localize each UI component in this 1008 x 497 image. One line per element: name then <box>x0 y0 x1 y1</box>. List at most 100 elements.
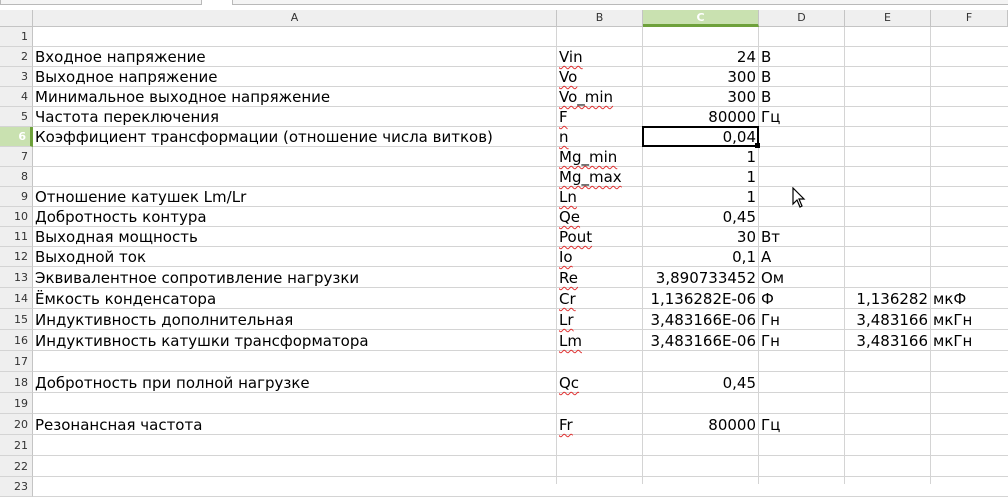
cell-unit-scaled[interactable] <box>931 436 1008 456</box>
cell-label[interactable] <box>33 436 556 456</box>
cell-value-scaled[interactable] <box>845 207 930 227</box>
cell-value[interactable]: 300 <box>643 67 758 87</box>
cell-symbol[interactable]: Ln <box>557 187 642 207</box>
row-header[interactable]: 18 <box>0 372 33 393</box>
cell-value-scaled[interactable] <box>845 373 930 393</box>
cell-unit[interactable]: Гн <box>759 331 844 351</box>
cell-unit[interactable]: В <box>759 67 844 87</box>
cell-value[interactable]: 24 <box>643 47 758 67</box>
cell-value-scaled[interactable] <box>845 415 930 435</box>
cell-value-scaled[interactable] <box>845 107 930 127</box>
column-header-f[interactable]: F <box>931 10 1008 26</box>
cell-unit-scaled[interactable] <box>931 127 1008 147</box>
row-header[interactable]: 6 <box>0 127 33 147</box>
cell-value-scaled[interactable] <box>845 268 930 288</box>
cell-unit-scaled[interactable] <box>931 187 1008 207</box>
cell-unit-scaled[interactable] <box>931 394 1008 414</box>
row-header[interactable]: 10 <box>0 207 33 227</box>
cell-value-scaled[interactable]: 1,136282 <box>845 289 930 309</box>
cell-value[interactable]: 80000 <box>643 107 758 127</box>
row-header[interactable]: 19 <box>0 393 33 414</box>
cell-value[interactable]: 3,890733452 <box>643 268 758 288</box>
cell-value-scaled[interactable] <box>845 477 930 497</box>
cell-label[interactable]: Индуктивность катушки трансформатора <box>33 331 556 351</box>
cell-label[interactable]: Выходное напряжение <box>33 67 556 87</box>
cell-unit-scaled[interactable] <box>931 107 1008 127</box>
cell-unit[interactable] <box>759 352 844 372</box>
cell-value[interactable] <box>643 352 758 372</box>
cell-value-scaled[interactable] <box>845 394 930 414</box>
cell-unit-scaled[interactable] <box>931 167 1008 187</box>
cell-symbol[interactable] <box>557 394 642 414</box>
cell-unit-scaled[interactable] <box>931 207 1008 227</box>
column-header-d[interactable]: D <box>759 10 845 26</box>
cell-unit[interactable] <box>759 436 844 456</box>
name-box-edge[interactable] <box>0 0 202 5</box>
cell-symbol[interactable]: Qc <box>557 373 642 393</box>
cell-label[interactable]: Добротность при полной нагрузке <box>33 373 556 393</box>
cell-symbol[interactable] <box>557 457 642 477</box>
cell-label[interactable]: Резонансная частота <box>33 415 556 435</box>
cell-symbol[interactable]: Lr <box>557 310 642 330</box>
column-header-a[interactable]: A <box>33 10 557 26</box>
cell-label[interactable]: Выходной ток <box>33 247 556 267</box>
cell-symbol[interactable]: Vo_min <box>557 87 642 107</box>
cell-label[interactable]: Частота переключения <box>33 107 556 127</box>
cell-value[interactable] <box>643 477 758 497</box>
fill-handle[interactable] <box>755 143 760 148</box>
cell-label[interactable]: Выходная мощность <box>33 227 556 247</box>
cell-symbol[interactable] <box>557 436 642 456</box>
cell-symbol[interactable]: Lm <box>557 331 642 351</box>
cell-value[interactable] <box>643 394 758 414</box>
cell-symbol[interactable]: Fr <box>557 415 642 435</box>
cell-unit-scaled[interactable] <box>931 247 1008 267</box>
cell-symbol[interactable]: Cr <box>557 289 642 309</box>
row-header[interactable]: 5 <box>0 107 33 127</box>
row-header[interactable]: 8 <box>0 167 33 187</box>
cell-value[interactable] <box>643 457 758 477</box>
cell-value[interactable]: 80000 <box>643 415 758 435</box>
cell-label[interactable] <box>33 352 556 372</box>
cell-unit[interactable]: Ом <box>759 268 844 288</box>
cell-symbol[interactable]: Re <box>557 268 642 288</box>
row-header[interactable]: 9 <box>0 187 33 207</box>
cell-value-scaled[interactable] <box>845 147 930 167</box>
cell-unit[interactable] <box>759 167 844 187</box>
row-header[interactable]: 4 <box>0 87 33 107</box>
row-header[interactable]: 16 <box>0 330 33 351</box>
row-header[interactable]: 14 <box>0 288 33 309</box>
cell-label[interactable] <box>33 457 556 477</box>
cell-unit-scaled[interactable] <box>931 27 1008 47</box>
column-header-c[interactable]: C <box>643 10 759 27</box>
row-header[interactable]: 20 <box>0 414 33 435</box>
cell-unit[interactable]: Вт <box>759 227 844 247</box>
cell-symbol[interactable]: Mg_min <box>557 147 642 167</box>
cell-symbol[interactable]: Vin <box>557 47 642 67</box>
cell-unit-scaled[interactable] <box>931 47 1008 67</box>
row-header[interactable]: 15 <box>0 309 33 330</box>
cell-unit[interactable]: В <box>759 47 844 67</box>
cell-label[interactable]: Добротность контура <box>33 207 556 227</box>
cell-symbol[interactable]: Qe <box>557 207 642 227</box>
cell-unit-scaled[interactable] <box>931 373 1008 393</box>
formula-bar-edge[interactable] <box>232 0 1008 5</box>
cell-unit[interactable]: Гц <box>759 415 844 435</box>
row-header[interactable]: 22 <box>0 456 33 477</box>
cell-value-scaled[interactable] <box>845 352 930 372</box>
cell-label[interactable]: Отношение катушек Lm/Lr <box>33 187 556 207</box>
cell-label[interactable] <box>33 394 556 414</box>
row-header[interactable]: 23 <box>0 477 33 497</box>
row-header[interactable]: 1 <box>0 27 33 47</box>
cell-unit-scaled[interactable] <box>931 87 1008 107</box>
cell-value[interactable]: 1 <box>643 167 758 187</box>
cell-value-scaled[interactable] <box>845 187 930 207</box>
cell-value-scaled[interactable] <box>845 27 930 47</box>
row-header[interactable]: 11 <box>0 227 33 247</box>
cell-value[interactable]: 1 <box>643 147 758 167</box>
row-header[interactable]: 21 <box>0 435 33 456</box>
row-header[interactable]: 3 <box>0 67 33 87</box>
cell-unit[interactable] <box>759 147 844 167</box>
cell-unit[interactable]: Гц <box>759 107 844 127</box>
cell-unit-scaled[interactable] <box>931 268 1008 288</box>
cell-unit[interactable]: В <box>759 87 844 107</box>
